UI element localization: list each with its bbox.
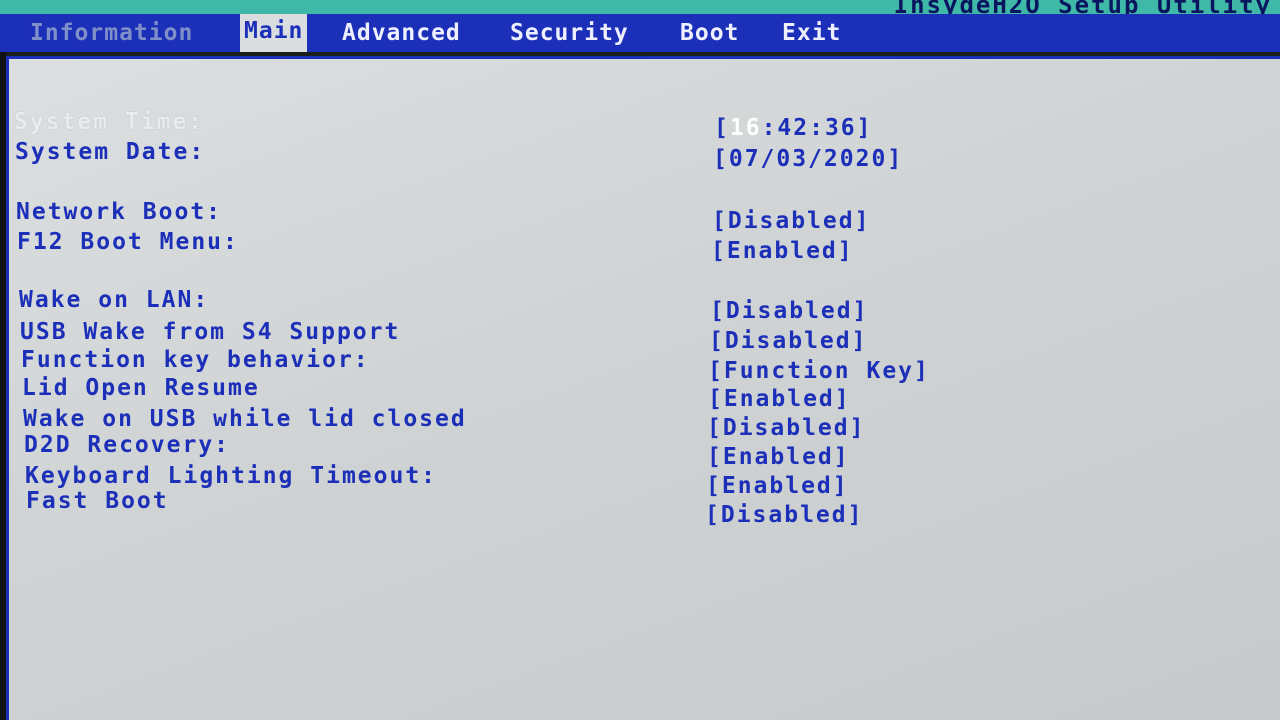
- setting-label-system-date: System Date:: [15, 139, 206, 165]
- time-hour-selected[interactable]: 16: [730, 115, 762, 141]
- setting-value-system-date[interactable]: [07/03/2020]: [713, 145, 903, 173]
- setting-label-f12-boot-menu: F12 Boot Menu:: [17, 229, 239, 255]
- setting-label-lid-open-resume: Lid Open Resume: [22, 375, 260, 401]
- time-rest: :42:36]: [761, 115, 873, 141]
- setting-label-system-time: System Time:: [14, 109, 205, 135]
- setting-value-system-time[interactable]: [16:42:36]: [714, 114, 873, 142]
- setting-label-keyboard-lighting-timeout: Keyboard Lighting Timeout:: [25, 463, 438, 489]
- setting-label-function-key-behavior: Function key behavior:: [21, 347, 370, 373]
- setting-label-d2d-recovery: D2D Recovery:: [24, 432, 231, 458]
- tab-security[interactable]: Security: [510, 18, 629, 48]
- setting-value-lid-open-resume[interactable]: [Enabled]: [708, 385, 851, 413]
- tab-boot[interactable]: Boot: [680, 18, 739, 48]
- title-strip: InsydeH2O Setup Utility: [0, 0, 1280, 19]
- setting-label-usb-wake-s4: USB Wake from S4 Support: [20, 319, 401, 345]
- tab-main[interactable]: Main: [240, 14, 308, 52]
- setting-label-fast-boot: Fast Boot: [26, 488, 169, 514]
- menu-bar: Information Main Advanced Security Boot …: [0, 14, 1280, 52]
- setting-value-f12-boot-menu[interactable]: [Enabled]: [711, 237, 854, 265]
- setting-value-function-key-behavior[interactable]: [Function Key]: [708, 357, 930, 385]
- time-open-bracket: [: [714, 115, 730, 141]
- tab-exit[interactable]: Exit: [782, 18, 841, 48]
- tab-information[interactable]: Information: [30, 18, 193, 48]
- setting-label-network-boot: Network Boot:: [16, 199, 223, 225]
- setting-label-wake-on-usb-lid-closed: Wake on USB while lid closed: [23, 406, 467, 432]
- bios-screen: InsydeH2O Setup Utility Information Main…: [0, 0, 1280, 720]
- setting-value-usb-wake-s4[interactable]: [Disabled]: [709, 327, 867, 355]
- setting-value-wake-on-lan[interactable]: [Disabled]: [710, 297, 868, 325]
- setting-value-wake-on-usb-lid-closed[interactable]: [Disabled]: [707, 414, 865, 442]
- setting-value-fast-boot[interactable]: [Disabled]: [705, 501, 863, 529]
- setting-value-network-boot[interactable]: [Disabled]: [712, 207, 870, 235]
- panel-border: [6, 56, 9, 720]
- setting-label-wake-on-lan: Wake on LAN:: [19, 287, 210, 313]
- tab-advanced[interactable]: Advanced: [342, 18, 461, 48]
- setting-value-keyboard-lighting-timeout[interactable]: [Enabled]: [706, 472, 849, 500]
- setting-value-d2d-recovery[interactable]: [Enabled]: [707, 443, 850, 471]
